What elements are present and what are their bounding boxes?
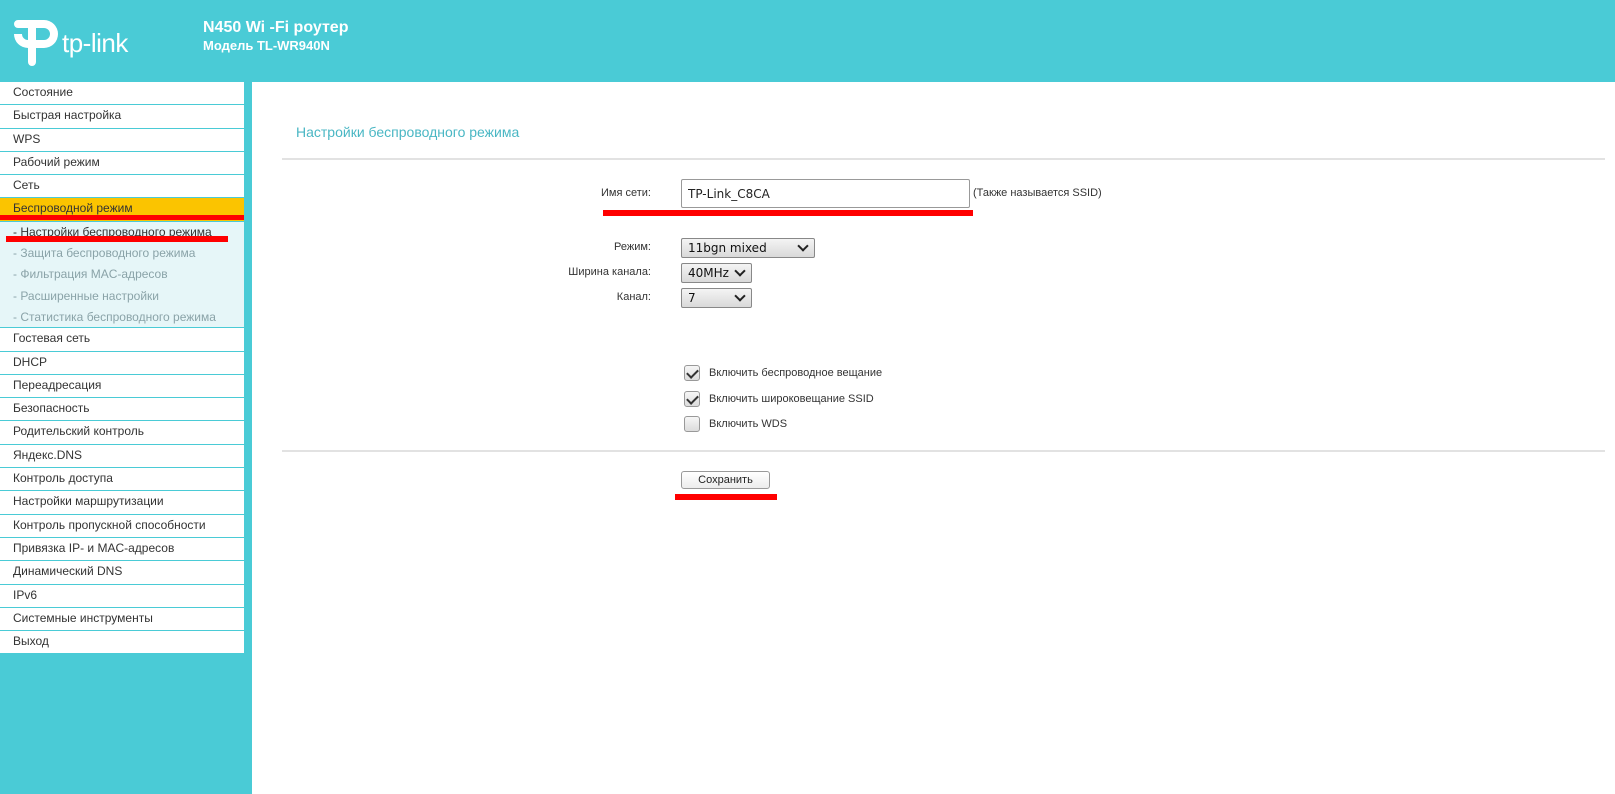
sidebar-item-routing[interactable]: Настройки маршрутизации [0, 491, 244, 515]
mode-select[interactable]: 11bgn mixed [681, 238, 815, 258]
enable-ssid-broadcast-label: Включить широковещание SSID [709, 393, 874, 405]
channel-select-value: 7 [688, 291, 696, 305]
sidebar-item-operation-mode[interactable]: Рабочий режим [0, 151, 244, 176]
brand-name: tp-link [62, 28, 128, 58]
channel-width-label: Ширина канала: [568, 266, 651, 278]
sidebar-item-parental-control[interactable]: Родительский контроль [0, 421, 244, 445]
divider-bottom [282, 450, 1605, 452]
enable-wireless-label: Включить беспроводное вещание [709, 367, 883, 379]
channel-select[interactable]: 7 [681, 288, 752, 308]
ssid-input[interactable] [681, 179, 970, 208]
chevron-down-icon [734, 290, 746, 302]
channel-width-select[interactable]: 40MHz [681, 263, 752, 283]
sidebar-subitem-mac-filtering[interactable]: - Фильтрация MAC-адресов [0, 264, 244, 286]
ssid-hint: (Также называется SSID) [973, 187, 1102, 199]
sidebar-item-ddns[interactable]: Динамический DNS [0, 561, 244, 585]
mode-select-value: 11bgn mixed [688, 241, 767, 255]
sidebar-item-bandwidth-control[interactable]: Контроль пропускной способности [0, 514, 244, 538]
enable-wds-label: Включить WDS [709, 418, 788, 430]
highlight-mark-ssid [603, 210, 973, 216]
chevron-down-icon [734, 265, 746, 277]
page-title: Настройки беспроводного режима [296, 124, 520, 140]
enable-ssid-broadcast-checkbox[interactable] [684, 391, 700, 407]
sidebar-item-guest-network[interactable]: Гостевая сеть [0, 328, 244, 352]
enable-wireless-checkbox[interactable] [684, 365, 700, 381]
sidebar-subitem-wireless-security[interactable]: - Защита беспроводного режима [0, 243, 244, 265]
sidebar-item-logout[interactable]: Выход [0, 631, 244, 655]
sidebar-item-forwarding[interactable]: Переадресация [0, 374, 244, 399]
mode-label: Режим: [614, 241, 651, 253]
highlight-mark-wireless-settings [6, 236, 228, 242]
device-title: N450 Wi -Fi роутер [203, 19, 349, 36]
tp-link-logo-icon [14, 20, 58, 66]
save-button[interactable]: Сохранить [681, 471, 770, 489]
tp-link-logo[interactable]: tp-link [14, 20, 134, 66]
sidebar-item-quick-setup[interactable]: Быстрая настройка [0, 105, 244, 129]
sidebar-item-access-control[interactable]: Контроль доступа [0, 468, 244, 492]
channel-label: Канал: [616, 291, 651, 303]
sidebar-item-ip-mac-binding[interactable]: Привязка IP- и MAC-адресов [0, 537, 244, 562]
divider-top [282, 158, 1605, 160]
ssid-label: Имя сети: [601, 187, 651, 199]
sidebar-item-network[interactable]: Сеть [0, 175, 244, 199]
sidebar-item-wps[interactable]: WPS [0, 128, 244, 152]
header: tp-link N450 Wi -Fi роутер Модель TL-WR9… [0, 0, 1615, 82]
main-panel: Настройки беспроводного режима Имя сети:… [252, 82, 1615, 794]
highlight-mark-save [675, 494, 777, 500]
sidebar-item-dhcp[interactable]: DHCP [0, 351, 244, 375]
sidebar-item-security[interactable]: Безопасность [0, 398, 244, 422]
sidebar: Состояние Быстрая настройка WPS Рабочий … [0, 82, 244, 655]
highlight-mark-wireless [0, 215, 244, 220]
chevron-down-icon [797, 240, 809, 252]
sidebar-item-yandex-dns[interactable]: Яндекс.DNS [0, 444, 244, 469]
sidebar-subitem-advanced[interactable]: - Расширенные настройки [0, 285, 244, 307]
device-model: Модель TL-WR940N [203, 38, 330, 53]
channel-width-select-value: 40MHz [688, 266, 729, 280]
enable-wds-checkbox[interactable] [684, 416, 700, 432]
sidebar-item-system-tools[interactable]: Системные инструменты [0, 607, 244, 632]
sidebar-subitem-statistics[interactable]: - Статистика беспроводного режима [0, 306, 244, 329]
sidebar-item-ipv6[interactable]: IPv6 [0, 584, 244, 608]
sidebar-item-status[interactable]: Состояние [0, 82, 244, 106]
